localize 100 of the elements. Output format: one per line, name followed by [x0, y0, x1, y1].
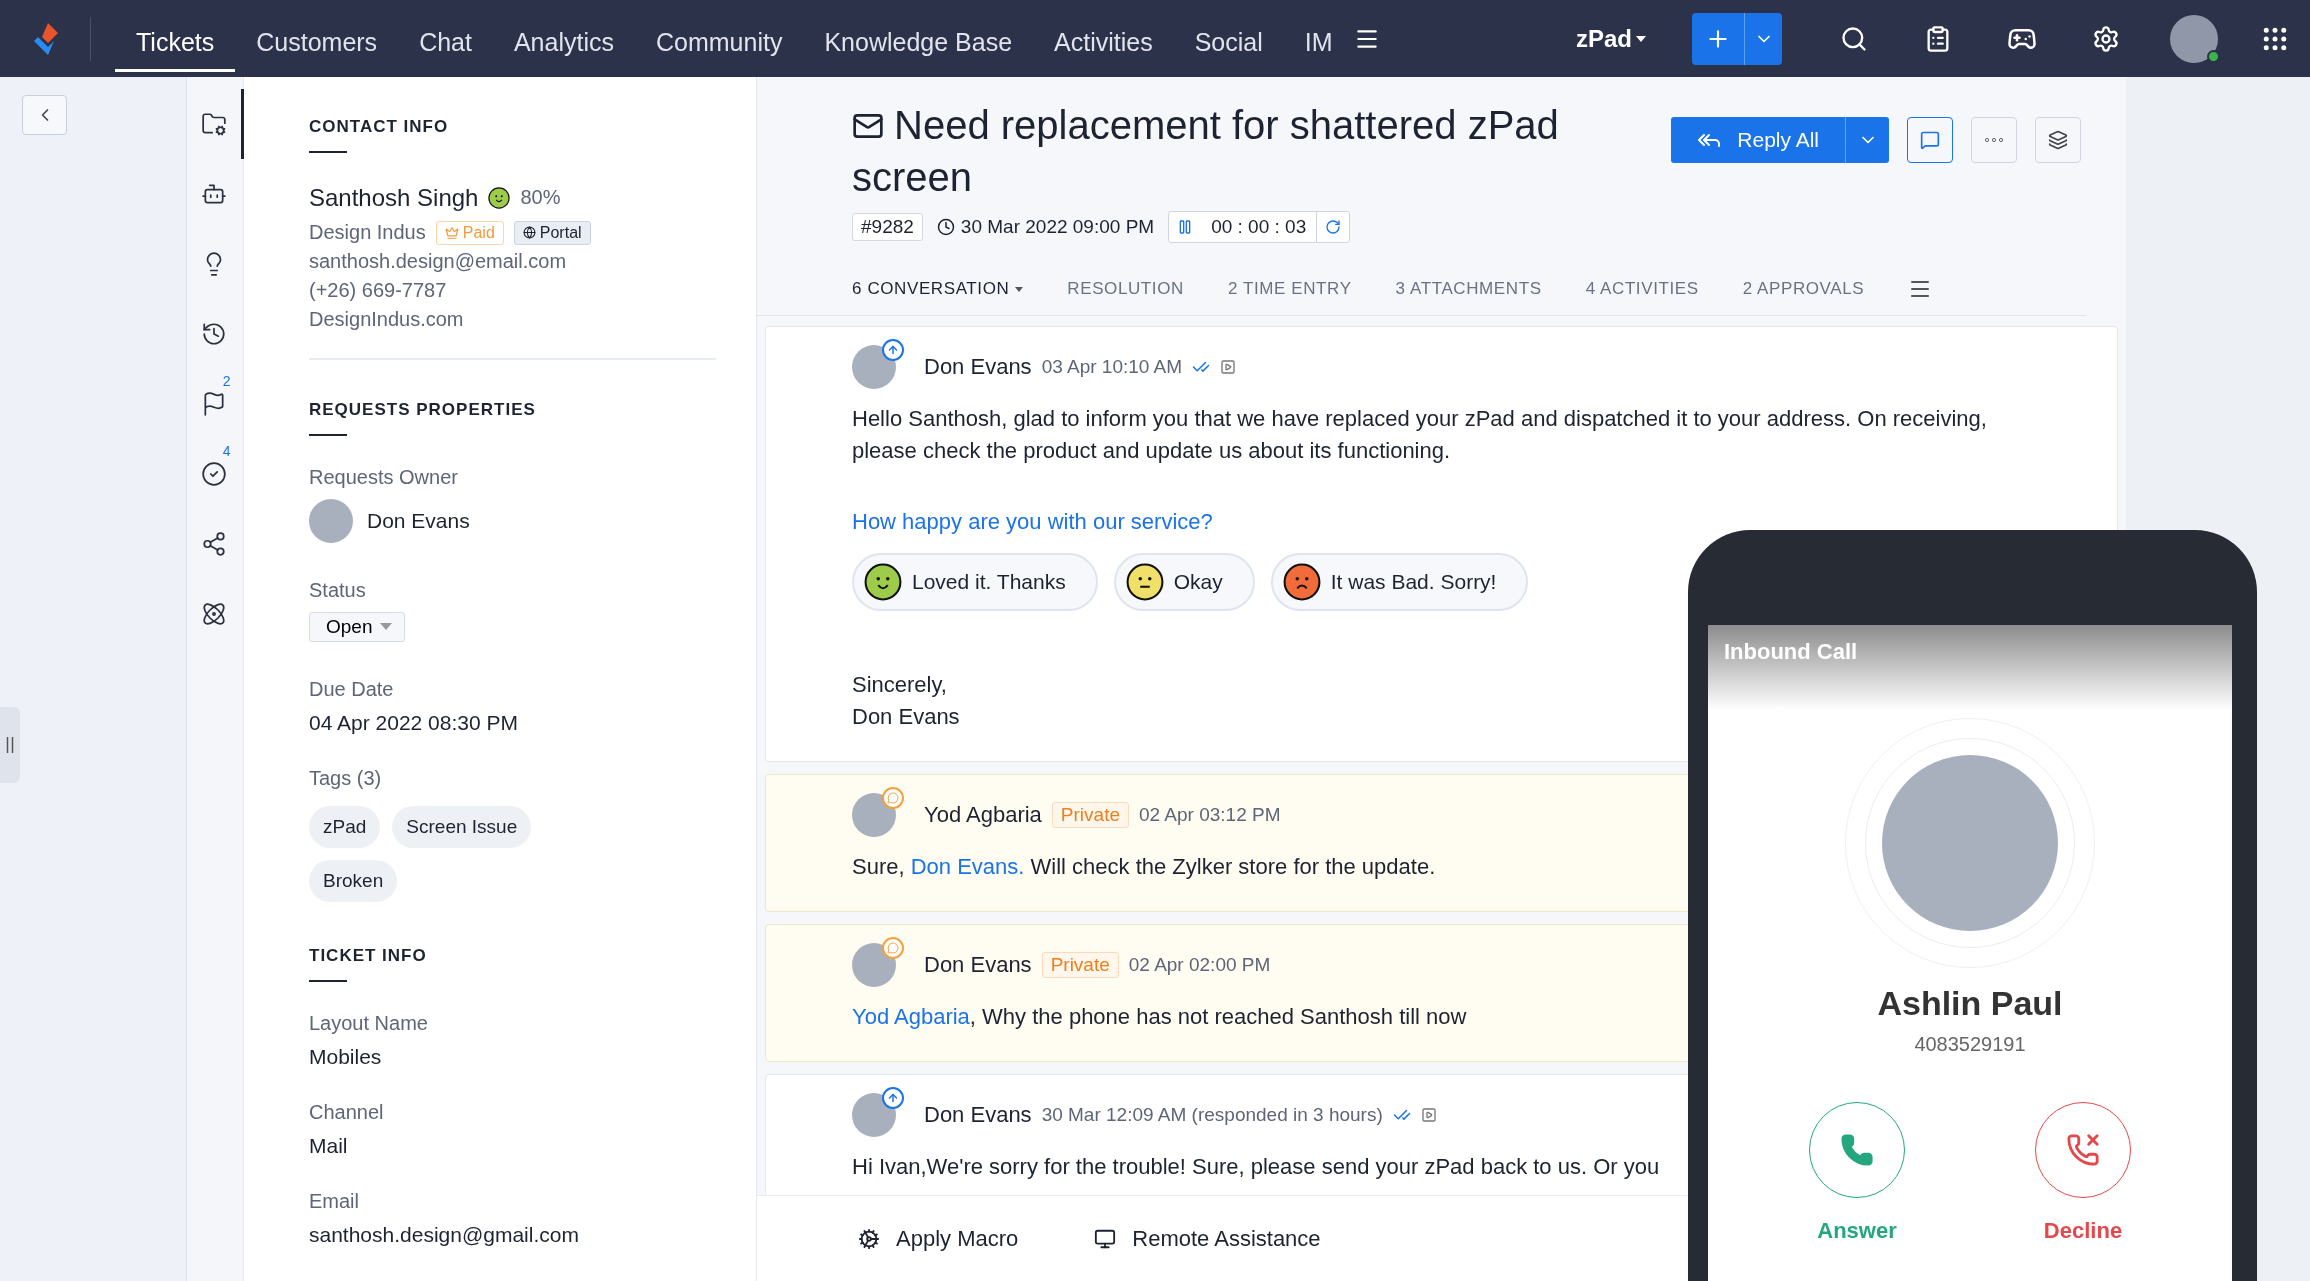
author-name: Don Evans	[924, 1102, 1032, 1128]
signoff-text: Sincerely,	[852, 671, 948, 699]
arrow-up-icon	[887, 344, 899, 356]
private-badge: Private	[1051, 802, 1129, 828]
tag-chip[interactable]: zPad	[309, 806, 381, 848]
search-icon	[1840, 24, 1868, 53]
owner-name: Don Evans	[367, 509, 470, 533]
section-heading: REQUESTS PROPERTIES	[309, 400, 537, 420]
expand-icon[interactable]	[1420, 1107, 1437, 1123]
new-split-button[interactable]	[1692, 12, 1782, 65]
mention-link[interactable]: Yod Agbaria	[852, 1004, 970, 1029]
caret-icon	[1015, 286, 1024, 292]
contact-name: Santhosh Singh	[309, 183, 479, 212]
survey-option[interactable]: It was Bad. Sorry!	[1270, 553, 1529, 611]
count-label: 4	[222, 443, 231, 459]
message-time: 03 Apr 10:10 AM	[1041, 356, 1183, 378]
section-heading: TICKET INFO	[309, 946, 428, 966]
survey-option[interactable]: Loved it. Thanks	[852, 553, 1098, 611]
field-label: Status	[309, 579, 367, 602]
message-time: 02 Apr 02:00 PM	[1128, 954, 1271, 976]
message-time: 30 Mar 12:09 AM (responded in 3 hours)	[1041, 1104, 1383, 1126]
comment-button[interactable]	[1907, 117, 1953, 163]
ticket-id: #9282	[852, 213, 923, 241]
field-label: Channel	[309, 1101, 385, 1124]
portal-badge: Portal	[513, 220, 591, 245]
timer-value: 00 : 00 : 03	[1210, 216, 1308, 238]
nav-tab[interactable]: Activities	[1033, 11, 1174, 72]
grip-lines-icon	[6, 737, 14, 753]
phone-x-icon	[2066, 1133, 2100, 1167]
message-text: Hello Santhosh, glad to inform you that we have replaced your zPad and dispatched it to your address. On receiving, please check the product and update us about its functioning.	[852, 405, 1988, 465]
sad-face-icon	[1282, 563, 1321, 601]
nav-tab[interactable]: Community	[635, 11, 804, 72]
avatar	[309, 499, 353, 543]
comment-icon	[1920, 130, 1940, 150]
survey-option[interactable]: Okay	[1113, 553, 1255, 611]
ticket-tab[interactable]: RESOLUTION	[1067, 279, 1184, 299]
paid-badge: Paid	[435, 220, 504, 245]
field-label: Layout Name	[309, 1012, 429, 1035]
monitor-icon	[1094, 1227, 1117, 1250]
author-name: Don Evans	[924, 354, 1032, 380]
nav-tab[interactable]: IM	[1283, 11, 1354, 72]
phone-icon	[1840, 1133, 1874, 1167]
field-label: Due Date	[309, 678, 395, 701]
decline-label: Decline	[2043, 1218, 2123, 1244]
ticket-title: Need replacement for shattered zPad screen	[852, 102, 1560, 201]
nav-tab[interactable]: Knowledge Base	[803, 11, 1034, 72]
department-dropdown[interactable]: zPad	[1570, 23, 1652, 54]
expand-icon[interactable]	[1220, 359, 1237, 375]
avatar	[852, 1093, 896, 1137]
company-name: Design Indus	[309, 220, 426, 245]
count-label: 2	[222, 373, 231, 389]
check-circle-tab[interactable]: 4	[186, 439, 244, 509]
signoff-text: Don Evans	[852, 703, 961, 731]
nav-tab[interactable]: Tickets	[115, 11, 236, 72]
contact-website: DesignIndus.com	[309, 307, 465, 332]
refresh-icon[interactable]	[1325, 219, 1342, 235]
mention-link[interactable]: Don Evans.	[910, 854, 1025, 879]
remote-assistance-button[interactable]: Remote Assistance	[1088, 1224, 1327, 1253]
nav-tab[interactable]: Analytics	[492, 11, 635, 72]
tag-chip[interactable]: Broken	[309, 860, 398, 902]
nav-tab[interactable]: Customers	[235, 11, 399, 72]
layers-button[interactable]	[2035, 117, 2081, 163]
caller-number: 4083529191	[1914, 1033, 2026, 1056]
field-label: Requests Owner	[309, 466, 459, 489]
caret-icon	[380, 623, 393, 631]
user-avatar[interactable]	[2170, 14, 2218, 63]
neutral-face-icon	[1125, 563, 1164, 601]
history-icon	[200, 321, 227, 347]
ticket-tab[interactable]: 3 ATTACHMENTS	[1395, 279, 1542, 299]
avatar	[852, 793, 896, 837]
settings-icon	[2092, 24, 2120, 53]
ticket-tab[interactable]: 6 CONVERSATION	[852, 279, 1024, 299]
ticket-tab[interactable]: 2 APPROVALS	[1742, 279, 1865, 299]
created-time: 30 Mar 2022 09:00 PM	[960, 216, 1155, 238]
nav-tab[interactable]: Chat	[398, 11, 493, 72]
survey-question[interactable]: How happy are you with our service?	[852, 509, 2097, 535]
apply-macro-button[interactable]: Apply Macro	[852, 1224, 1025, 1253]
atom-icon	[200, 601, 227, 627]
contact-email: santhosh.design@email.com	[309, 249, 568, 274]
caller-name: Ashlin Paul	[1877, 984, 2063, 1023]
private-badge: Private	[1041, 952, 1119, 978]
avatar	[852, 943, 896, 987]
folder-gear-icon	[200, 111, 227, 137]
ticket-tab[interactable]: 4 ACTIVITIES	[1585, 279, 1699, 299]
nav-tab[interactable]: Social	[1173, 11, 1284, 72]
caret-icon	[1636, 35, 1646, 42]
more-icon	[1985, 138, 2003, 142]
field-value: Mobiles	[309, 1045, 383, 1069]
layers-icon	[2048, 130, 2068, 150]
author-name: Don Evans	[924, 952, 1032, 978]
arrow-up-icon	[887, 1092, 899, 1104]
drag-handle[interactable]	[0, 707, 20, 783]
status-dropdown[interactable]: Open	[309, 612, 406, 642]
chat-bubble-icon	[887, 942, 899, 954]
robot-icon	[200, 181, 227, 207]
message-text: Hi Ivan,We're sorry for the trouble! Sure, please send your zPad back to us. Or you	[852, 1153, 1661, 1181]
flag-tab[interactable]: 2	[186, 369, 244, 439]
tag-chip[interactable]: Screen Issue	[392, 806, 532, 848]
ticket-tab[interactable]: 2 TIME ENTRY	[1227, 279, 1352, 299]
answer-label: Answer	[1817, 1218, 1897, 1244]
